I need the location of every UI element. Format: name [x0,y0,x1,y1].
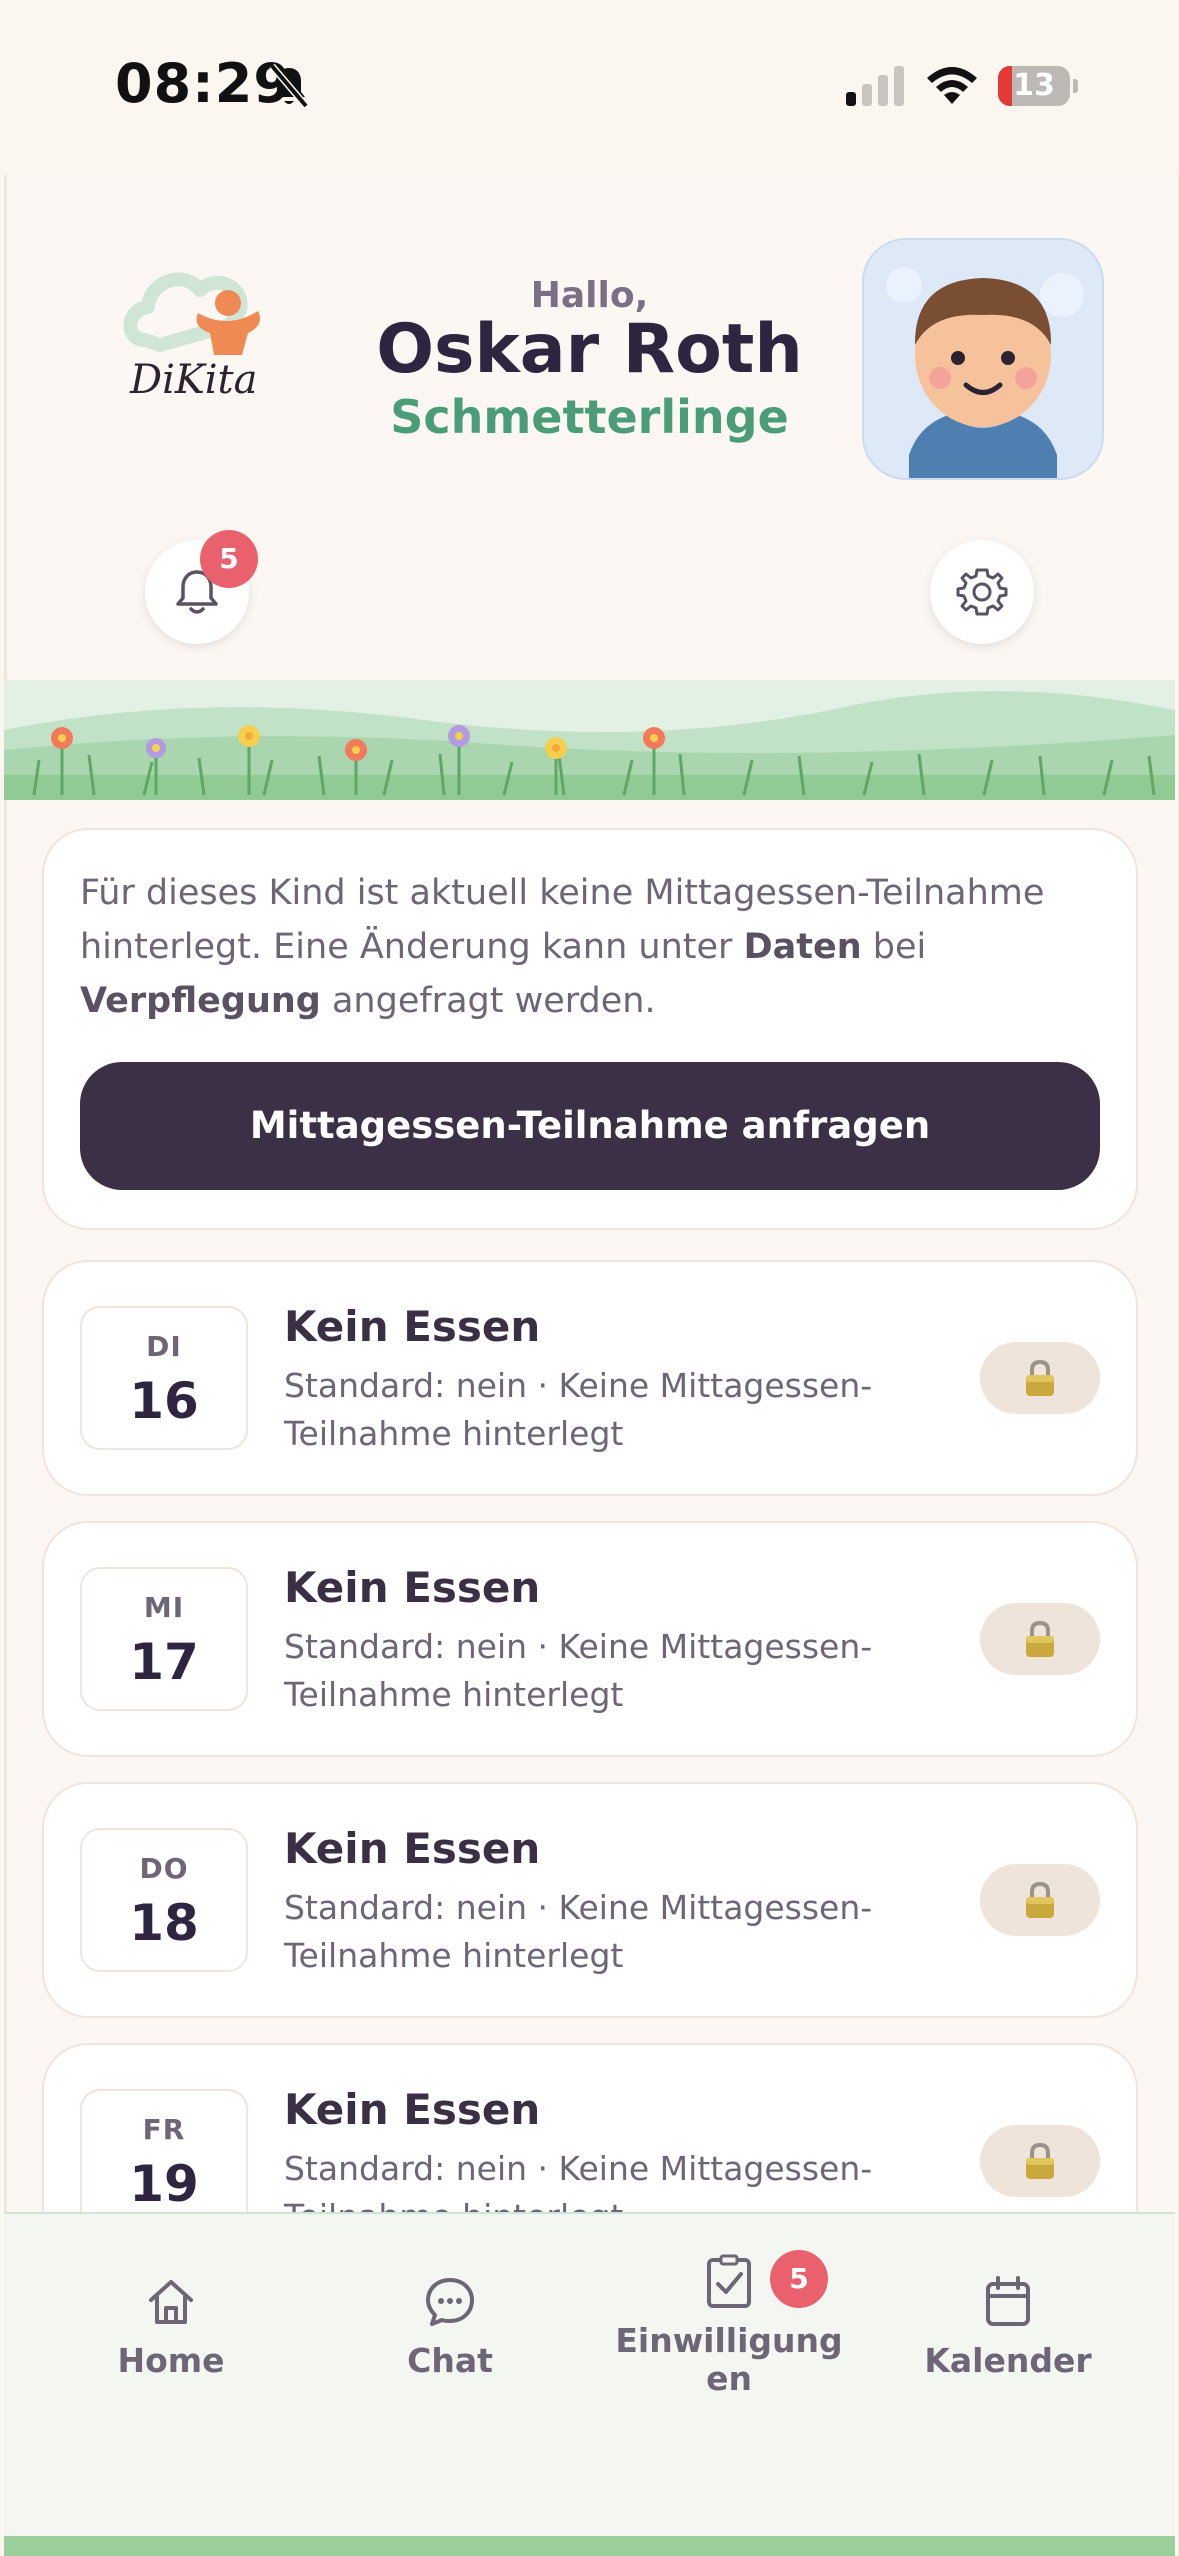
date-box: DI 16 [80,1306,248,1450]
info-text-part3: angefragt werden. [320,981,656,1021]
day-number: 17 [129,1633,199,1691]
day-status-description: Standard: nein · Keine Mittagessen-Teiln… [284,1366,873,1453]
day-card-mi[interactable]: MI 17 Kein Essen Standard: nein · Keine … [42,1521,1138,1757]
notification-count-badge: 5 [200,530,258,588]
child-avatar-illustration [886,267,1084,478]
lock-icon [1026,1359,1054,1396]
wifi-icon [927,67,977,104]
day-of-week: MI [143,1591,185,1624]
nav-home[interactable]: Home [31,2214,311,2414]
settings-button[interactable] [930,540,1034,644]
day-number: 16 [129,1372,199,1430]
day-number: 19 [129,2155,199,2213]
calendar-icon [986,2276,1030,2326]
home-icon [149,2280,193,2324]
nav-kalender-label: Kalender [924,2341,1092,2380]
bell-off-icon [269,63,309,109]
info-text-bold-daten: Daten [743,927,862,967]
day-of-week: FR [142,2113,186,2146]
locked-status-pill [980,2125,1100,2197]
info-text-part2: bei [861,927,927,967]
day-status-description: Standard: nein · Keine Mittagessen-Teiln… [284,1627,873,1714]
day-of-week: DI [146,1330,182,1363]
nav-chat-label: Chat [407,2341,493,2380]
nav-kalender[interactable]: Kalender [868,2214,1148,2414]
info-text-bold-verpflegung: Verpflegung [80,981,321,1021]
day-status-title: Kein Essen [284,2085,541,2134]
locked-status-pill [980,1603,1100,1675]
locked-status-pill [980,1864,1100,1936]
nav-einwilligungen[interactable]: Einwilligungen [589,2214,869,2414]
day-status-description: Standard: nein · Keine Mittagessen-Teiln… [284,1888,873,1975]
day-of-week: DO [139,1852,189,1885]
date-box: DO 18 [80,1828,248,1972]
status-bar: 08:29 13 [0,0,1179,175]
signal-icon [846,66,904,106]
nav-chat[interactable]: Chat [310,2214,590,2414]
bottom-meadow-strip [4,2536,1175,2556]
lock-icon [1026,1881,1054,1918]
bottom-navigation: Home Chat Einwilligungen Kalender [4,2212,1175,2544]
request-lunch-button[interactable]: Mittagessen-Teilnahme anfragen [80,1062,1100,1190]
lunch-info-text: Für dieses Kind ist aktuell keine Mittag… [80,866,1100,1028]
gear-icon [956,568,1008,616]
locked-status-pill [980,1342,1100,1414]
lock-icon [1026,2142,1054,2179]
lunch-info-card: Für dieses Kind ist aktuell keine Mittag… [42,828,1138,1230]
battery-level: 13 [1013,68,1055,103]
day-status-title: Kein Essen [284,1824,541,1873]
battery-indicator: 13 [998,66,1078,106]
meadow-decoration [4,680,1175,800]
day-card-do[interactable]: DO 18 Kein Essen Standard: nein · Keine … [42,1782,1138,2018]
date-box: MI 17 [80,1567,248,1711]
nav-einwilligungen-label: Einwilligungen [615,2321,843,2398]
day-status-title: Kein Essen [284,1563,541,1612]
consents-count-badge: 5 [770,2250,828,2308]
day-status-title: Kein Essen [284,1302,541,1351]
day-card-di[interactable]: DI 16 Kein Essen Standard: nein · Keine … [42,1260,1138,1496]
nav-home-label: Home [117,2341,225,2380]
chat-icon [426,2278,474,2326]
clipboard-check-icon [707,2254,751,2308]
day-number: 18 [129,1894,199,1952]
lock-icon [1026,1620,1054,1657]
child-avatar[interactable] [862,238,1104,480]
status-time: 08:29 [115,52,292,115]
